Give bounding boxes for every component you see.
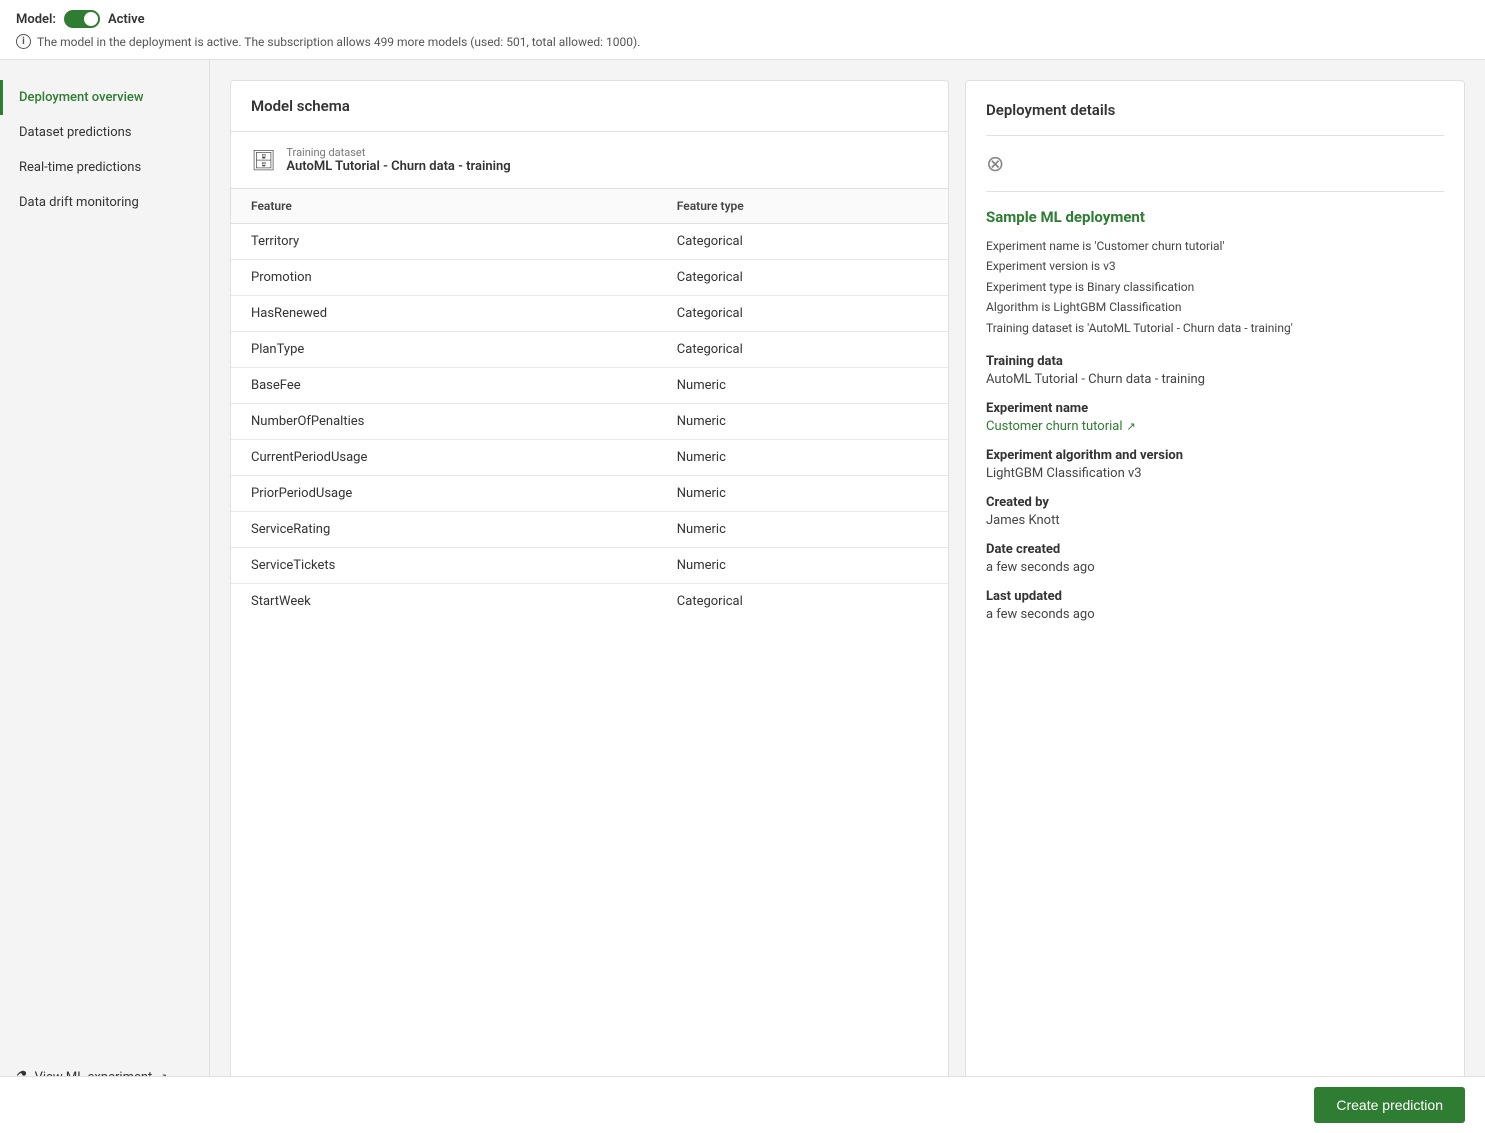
table-row: PromotionCategorical [231,260,948,296]
detail-label: Experiment name [986,401,1444,416]
detail-value: a few seconds ago [986,607,1444,622]
feature-name-cell: Territory [231,224,657,260]
detail-section: Last updated a few seconds ago [986,589,1444,622]
meta-line: Training dataset is 'AutoML Tutorial - C… [986,318,1444,338]
feature-name-cell: CurrentPeriodUsage [231,440,657,476]
detail-value: James Knott [986,513,1444,528]
meta-line: Experiment version is v3 [986,256,1444,276]
nav-items: Deployment overview Dataset predictions … [0,80,209,220]
feature-type-cell: Numeric [657,440,948,476]
model-active-label: Active [108,12,145,27]
model-schema-panel: Model schema 🗄 Training dataset AutoML T… [230,80,949,1101]
sidebar-item-realtime-predictions[interactable]: Real-time predictions [0,150,209,185]
training-dataset-section: 🗄 Training dataset AutoML Tutorial - Chu… [231,132,948,189]
table-row: CurrentPeriodUsageNumeric [231,440,948,476]
detail-section: Experiment name Customer churn tutorial↗ [986,401,1444,434]
main-layout: Deployment overview Dataset predictions … [0,60,1485,1121]
database-icon: 🗄 [251,148,276,172]
feature-type-cell: Numeric [657,404,948,440]
detail-link-value[interactable]: Customer churn tutorial↗ [986,419,1136,434]
feature-type-cell: Numeric [657,512,948,548]
table-row: HasRenewedCategorical [231,296,948,332]
feature-type-cell: Categorical [657,224,948,260]
detail-section: Created by James Knott [986,495,1444,528]
feature-type-cell: Categorical [657,584,948,620]
external-link-icon: ↗ [1127,420,1136,433]
training-dataset-info: Training dataset AutoML Tutorial - Churn… [286,146,510,174]
feature-table-header-row: Feature Feature type [231,189,948,224]
model-status-row: Model: Active [16,10,1469,28]
feature-name-cell: HasRenewed [231,296,657,332]
info-message: The model in the deployment is active. T… [37,35,640,49]
info-icon: i [16,34,31,49]
detail-label: Training data [986,354,1444,369]
feature-table-body: TerritoryCategoricalPromotionCategorical… [231,224,948,620]
feature-table-wrapper: Feature Feature type TerritoryCategorica… [231,189,948,1100]
feature-name-cell: ServiceRating [231,512,657,548]
meta-line: Experiment name is 'Customer churn tutor… [986,236,1444,256]
table-row: ServiceRatingNumeric [231,512,948,548]
feature-type-cell: Numeric [657,368,948,404]
table-row: BaseFeeNumeric [231,368,948,404]
feature-name-cell: ServiceTickets [231,548,657,584]
detail-section: Training data AutoML Tutorial - Churn dat… [986,354,1444,387]
feature-name-cell: StartWeek [231,584,657,620]
meta-line: Algorithm is LightGBM Classification [986,297,1444,317]
sidebar-item-dataset-predictions[interactable]: Dataset predictions [0,115,209,150]
deployment-details-header: Deployment details [986,101,1444,136]
feature-type-cell: Categorical [657,296,948,332]
table-row: PriorPeriodUsageNumeric [231,476,948,512]
training-dataset-label: Training dataset [286,146,510,159]
table-row: NumberOfPenaltiesNumeric [231,404,948,440]
table-row: StartWeekCategorical [231,584,948,620]
meta-line: Experiment type is Binary classification [986,277,1444,297]
detail-label: Created by [986,495,1444,510]
detail-value: LightGBM Classification v3 [986,466,1444,481]
deployment-sections: Training data AutoML Tutorial - Churn dat… [986,354,1444,636]
feature-name-cell: NumberOfPenalties [231,404,657,440]
feature-col-header: Feature [231,189,657,224]
detail-section: Experiment algorithm and version LightGBM… [986,448,1444,481]
content-area: Model schema 🗄 Training dataset AutoML T… [210,60,1485,1121]
training-dataset-name: AutoML Tutorial - Churn data - training [286,159,510,174]
model-schema-header: Model schema [231,81,948,132]
detail-value: AutoML Tutorial - Churn data - training [986,372,1444,387]
feature-type-cell: Numeric [657,548,948,584]
detail-label: Date created [986,542,1444,557]
table-row: ServiceTicketsNumeric [231,548,948,584]
detail-label: Last updated [986,589,1444,604]
bottom-bar: Create prediction [0,1076,1485,1133]
top-bar: Model: Active i The model in the deploym… [0,0,1485,60]
sidebar-item-data-drift-monitoring[interactable]: Data drift monitoring [0,185,209,220]
deployment-details-panel: Deployment details ⊗ Sample ML deploymen… [965,80,1465,1101]
detail-label: Experiment algorithm and version [986,448,1444,463]
info-bar: i The model in the deployment is active.… [16,34,1469,49]
feature-type-cell: Categorical [657,260,948,296]
deployment-meta: Experiment name is 'Customer churn tutor… [986,236,1444,338]
table-row: TerritoryCategorical [231,224,948,260]
feature-name-cell: BaseFee [231,368,657,404]
divider [986,191,1444,192]
model-toggle[interactable] [64,10,100,28]
table-row: PlanTypeCategorical [231,332,948,368]
detail-value: a few seconds ago [986,560,1444,575]
sidebar-item-deployment-overview[interactable]: Deployment overview [0,80,209,115]
create-prediction-button[interactable]: Create prediction [1314,1087,1465,1123]
cancel-icon: ⊗ [986,152,1444,177]
model-label: Model: [16,12,56,27]
feature-type-cell: Categorical [657,332,948,368]
feature-name-cell: Promotion [231,260,657,296]
feature-type-col-header: Feature type [657,189,948,224]
feature-type-cell: Numeric [657,476,948,512]
deployment-name: Sample ML deployment [986,208,1444,226]
feature-name-cell: PriorPeriodUsage [231,476,657,512]
sidebar: Deployment overview Dataset predictions … [0,60,210,1121]
feature-name-cell: PlanType [231,332,657,368]
detail-section: Date created a few seconds ago [986,542,1444,575]
feature-table: Feature Feature type TerritoryCategorica… [231,189,948,619]
